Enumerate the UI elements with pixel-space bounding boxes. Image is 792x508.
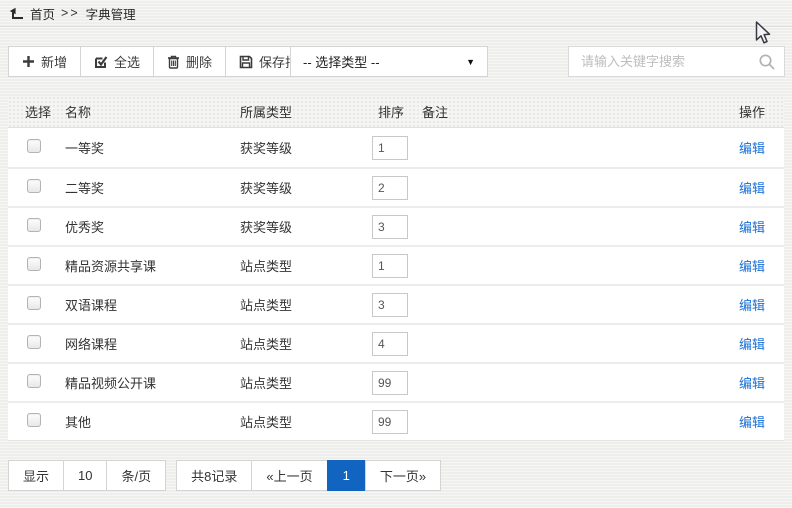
type-select-dropdown[interactable]: -- 选择类型 -- ▼ (290, 46, 488, 77)
select-all-button-label: 全选 (114, 52, 140, 71)
row-edit-link[interactable]: 编辑 (739, 141, 765, 156)
plus-icon (22, 55, 35, 68)
search-icon[interactable] (758, 53, 776, 71)
add-button[interactable]: 新增 (8, 46, 81, 77)
table-row: 网络课程 站点类型 编辑 (8, 323, 784, 362)
col-header-remark: 备注 (422, 102, 694, 121)
add-button-label: 新增 (41, 52, 67, 71)
table-row: 二等奖 获奖等级 编辑 (8, 167, 784, 206)
prev-page-button[interactable]: «上一页 (251, 460, 327, 491)
trash-icon (167, 55, 180, 69)
table-body: 一等奖 获奖等级 编辑 二等奖 获奖等级 编辑 优秀奖 获奖等级 编辑 精品资源… (8, 128, 784, 440)
checkbox-checked-icon (94, 55, 108, 69)
row-edit-link[interactable]: 编辑 (739, 181, 765, 196)
col-header-operation: 操作 (694, 102, 784, 121)
delete-button-label: 删除 (186, 52, 212, 71)
row-type: 站点类型 (240, 256, 372, 275)
row-sort-input[interactable] (372, 293, 408, 317)
row-edit-link[interactable]: 编辑 (739, 220, 765, 235)
breadcrumb-separator: >> (61, 6, 80, 20)
row-checkbox[interactable] (27, 139, 41, 153)
type-select-value: -- 选择类型 -- (303, 52, 380, 71)
col-header-sort: 排序 (372, 102, 422, 121)
row-checkbox[interactable] (27, 257, 41, 271)
table-header-row: 选择 名称 所属类型 排序 备注 操作 (8, 96, 784, 128)
row-checkbox[interactable] (27, 218, 41, 232)
row-edit-link[interactable]: 编辑 (739, 415, 765, 430)
search-box (568, 46, 785, 77)
col-header-select: 选择 (8, 102, 65, 121)
row-edit-link[interactable]: 编辑 (739, 298, 765, 313)
row-type: 站点类型 (240, 373, 372, 392)
select-all-button[interactable]: 全选 (80, 46, 154, 77)
return-arrow-icon (9, 7, 24, 20)
row-type: 获奖等级 (240, 138, 372, 157)
row-edit-link[interactable]: 编辑 (739, 259, 765, 274)
row-type: 站点类型 (240, 295, 372, 314)
row-sort-input[interactable] (372, 410, 408, 434)
dictionary-table: 选择 名称 所属类型 排序 备注 操作 一等奖 获奖等级 编辑 二等奖 获奖等级… (8, 96, 784, 441)
row-sort-input[interactable] (372, 332, 408, 356)
table-row: 优秀奖 获奖等级 编辑 (8, 206, 784, 245)
row-checkbox[interactable] (27, 374, 41, 388)
table-row: 一等奖 获奖等级 编辑 (8, 128, 784, 167)
page-number-1[interactable]: 1 (327, 460, 366, 491)
row-sort-input[interactable] (372, 254, 408, 278)
row-checkbox[interactable] (27, 179, 41, 193)
breadcrumb-home[interactable]: 首页 (30, 4, 55, 23)
row-name: 优秀奖 (65, 217, 240, 236)
row-sort-input[interactable] (372, 136, 408, 160)
table-row: 其他 站点类型 编辑 (8, 401, 784, 440)
row-type: 站点类型 (240, 334, 372, 353)
row-name: 其他 (65, 412, 240, 431)
table-row: 精品视频公开课 站点类型 编辑 (8, 362, 784, 401)
row-type: 站点类型 (240, 412, 372, 431)
save-floppy-icon (239, 55, 253, 69)
table-row: 双语课程 站点类型 编辑 (8, 284, 784, 323)
row-sort-input[interactable] (372, 215, 408, 239)
row-checkbox[interactable] (27, 335, 41, 349)
row-checkbox[interactable] (27, 413, 41, 427)
row-edit-link[interactable]: 编辑 (739, 337, 765, 352)
row-edit-link[interactable]: 编辑 (739, 376, 765, 391)
row-sort-input[interactable] (372, 176, 408, 200)
row-name: 网络课程 (65, 334, 240, 353)
col-header-type: 所属类型 (240, 102, 372, 121)
row-name: 精品视频公开课 (65, 373, 240, 392)
row-type: 获奖等级 (240, 217, 372, 236)
page-size-value[interactable]: 10 (63, 460, 107, 491)
row-checkbox[interactable] (27, 296, 41, 310)
row-type: 获奖等级 (240, 178, 372, 197)
col-header-name: 名称 (65, 102, 240, 121)
delete-button[interactable]: 删除 (153, 46, 226, 77)
chevron-down-icon: ▼ (466, 57, 475, 67)
row-name: 一等奖 (65, 138, 240, 157)
row-name: 二等奖 (65, 178, 240, 197)
breadcrumb-current: 字典管理 (86, 4, 136, 23)
search-input[interactable] (568, 46, 785, 77)
breadcrumb: 首页 >> 字典管理 (0, 0, 792, 27)
page-size-unit-label: 条/页 (106, 460, 166, 491)
row-name: 精品资源共享课 (65, 256, 240, 275)
total-records-label: 共8记录 (176, 460, 252, 491)
toolbar-button-group: 新增 全选 删除 (8, 46, 325, 77)
table-row: 精品资源共享课 站点类型 编辑 (8, 245, 784, 284)
pagination: 显示 10 条/页 共8记录 «上一页 1 下一页» (8, 460, 441, 491)
row-name: 双语课程 (65, 295, 240, 314)
page-size-display-label: 显示 (8, 460, 64, 491)
next-page-button[interactable]: 下一页» (365, 460, 441, 491)
toolbar: 新增 全选 删除 (0, 46, 792, 77)
row-sort-input[interactable] (372, 371, 408, 395)
